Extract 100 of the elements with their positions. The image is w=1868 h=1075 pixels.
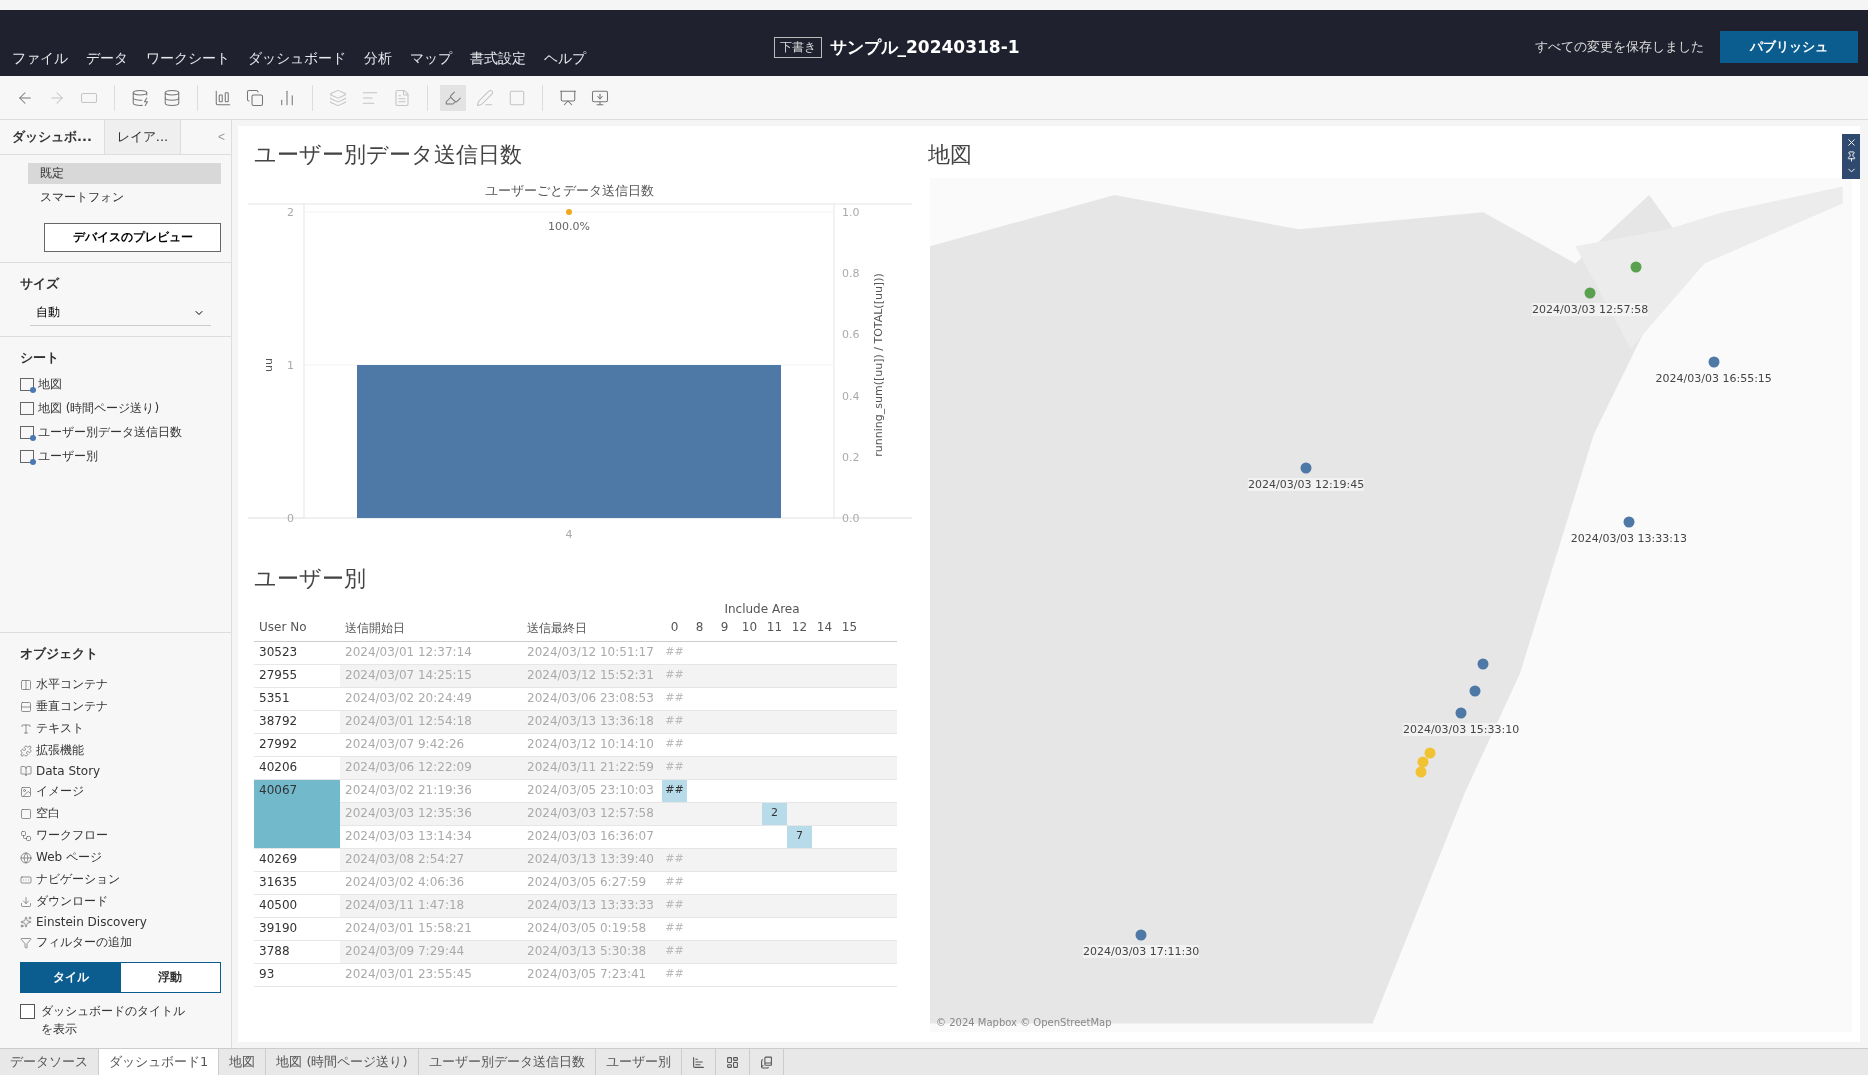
- map-attribution: © 2024 Mapbox © OpenStreetMap: [936, 1017, 1112, 1028]
- filter-icon: [20, 936, 32, 949]
- table-cell-text: 2024/03/11 1:47:18: [344, 897, 466, 914]
- table-cell[interactable]: 5351: [254, 688, 340, 711]
- menu-item[interactable]: データ: [86, 50, 128, 68]
- table-cell-text: 2024/03/12 15:52:31: [526, 667, 655, 684]
- map-marker[interactable]: [1415, 766, 1427, 777]
- sheet-item[interactable]: 地図 (時間ページ送り): [38, 400, 160, 417]
- sheet-tab[interactable]: ダッシュボード1: [99, 1049, 220, 1075]
- map-marker[interactable]: [1135, 929, 1147, 941]
- object-item[interactable]: Data Story: [36, 764, 101, 778]
- publish-button[interactable]: パブリッシュ: [1720, 31, 1858, 63]
- rows-icon: [20, 700, 32, 713]
- highlighter-icon[interactable]: [440, 84, 466, 111]
- map-marker[interactable]: [1708, 356, 1720, 368]
- axis-tick: 0.8: [842, 267, 860, 281]
- object-item[interactable]: 拡張機能: [36, 742, 84, 759]
- table-cell[interactable]: 93: [254, 964, 340, 987]
- device-item[interactable]: スマートフォン: [28, 187, 221, 208]
- object-item[interactable]: ワークフロー: [36, 827, 108, 844]
- axis-tick: 1: [287, 359, 294, 372]
- object-item[interactable]: 水平コンテナ: [36, 676, 108, 693]
- column-header[interactable]: 12: [787, 616, 812, 641]
- axis-tick: 0.2: [842, 450, 860, 464]
- column-header[interactable]: 10: [737, 616, 762, 641]
- column-header[interactable]: 9: [712, 616, 737, 641]
- map-marker[interactable]: [1584, 287, 1596, 299]
- table-cell-text: 2024/03/11 21:22:59: [526, 759, 655, 776]
- map-marker[interactable]: [1417, 756, 1429, 768]
- menu-item[interactable]: ヘルプ: [544, 50, 586, 68]
- menu-item[interactable]: マップ: [410, 50, 452, 68]
- table-cell[interactable]: ##: [662, 780, 687, 802]
- menu-item[interactable]: 分析: [364, 50, 392, 68]
- sheet-tab[interactable]: ユーザー別データ送信日数: [418, 1049, 596, 1075]
- size-dropdown[interactable]: 自動: [30, 300, 211, 326]
- table-cell-text: 2024/03/03 16:36:07: [526, 828, 655, 845]
- column-header[interactable]: 14: [812, 616, 837, 641]
- table-cell[interactable]: 31635: [254, 872, 340, 895]
- table-cell-text: 2024/03/05 0:19:58: [526, 920, 648, 937]
- table-cell[interactable]: 30523: [254, 642, 340, 665]
- columns-icon: [20, 678, 32, 691]
- object-item[interactable]: ダウンロード: [36, 893, 108, 910]
- column-header[interactable]: 送信最終日: [522, 616, 662, 641]
- sheet-tab[interactable]: ユーザー別: [595, 1049, 682, 1075]
- preview-button[interactable]: デバイスのプレビュー: [44, 223, 221, 252]
- map-marker[interactable]: [1455, 707, 1467, 719]
- object-item[interactable]: テキスト: [36, 720, 84, 737]
- map-marker[interactable]: [1469, 685, 1481, 697]
- map-marker[interactable]: [1300, 462, 1312, 474]
- sheet-tab[interactable]: 地図: [219, 1049, 267, 1075]
- map-marker[interactable]: [1477, 658, 1489, 670]
- column-header[interactable]: 11: [762, 616, 787, 641]
- chart-icon: [691, 1055, 705, 1069]
- column-header[interactable]: 送信開始日: [340, 616, 522, 641]
- device-item[interactable]: 既定: [28, 163, 221, 184]
- table-cell[interactable]: 39190: [254, 918, 340, 941]
- sheet-item[interactable]: ユーザー別: [38, 448, 98, 465]
- menu-item[interactable]: ダッシュボード: [248, 50, 346, 68]
- object-item[interactable]: イメージ: [36, 783, 84, 800]
- pin-icon[interactable]: [1845, 151, 1857, 162]
- menu-item[interactable]: ワークシート: [146, 50, 230, 68]
- column-header[interactable]: User No: [254, 616, 340, 641]
- object-item[interactable]: 空白: [36, 805, 60, 822]
- object-item[interactable]: Web ページ: [36, 849, 102, 866]
- sheet-item[interactable]: ユーザー別データ送信日数: [38, 424, 182, 441]
- sheet-item[interactable]: 地図: [38, 376, 62, 393]
- menu-item[interactable]: 書式設定: [470, 50, 526, 68]
- checkbox[interactable]: [20, 1004, 35, 1019]
- table-cell-text: 2024/03/01 23:55:45: [344, 966, 473, 983]
- sheet-tab[interactable]: 地図 (時間ページ送り): [266, 1049, 419, 1075]
- sidebar-tab[interactable]: レイア...: [104, 120, 182, 154]
- square-icon: [20, 807, 32, 820]
- table-cell-text: 2024/03/02 4:06:36: [344, 874, 466, 891]
- column-header[interactable]: 0: [662, 616, 687, 641]
- section-heading: オブジェクト: [20, 645, 99, 663]
- book-icon: [759, 1055, 773, 1069]
- table-cell[interactable]: 7: [787, 826, 812, 848]
- column-header[interactable]: 8: [687, 616, 712, 641]
- object-item[interactable]: フィルターの追加: [36, 934, 132, 951]
- object-item[interactable]: 垂直コンテナ: [36, 698, 108, 715]
- column-header[interactable]: 15: [837, 616, 862, 641]
- puzzle-icon: [20, 744, 32, 757]
- map-marker[interactable]: [1623, 516, 1635, 528]
- menu-item[interactable]: ファイル: [12, 50, 68, 68]
- table-cell[interactable]: 40067: [254, 780, 340, 849]
- image-icon: [20, 785, 32, 798]
- layout-toggle[interactable]: タイル: [21, 963, 121, 992]
- table-cell-text: 2024/03/12 10:51:17: [526, 644, 655, 661]
- layout-toggle[interactable]: 浮動: [120, 963, 220, 992]
- panel-title: ユーザー別データ送信日数: [253, 141, 523, 169]
- object-item[interactable]: Einstein Discovery: [36, 915, 147, 929]
- table-cell[interactable]: 2: [762, 803, 787, 825]
- table-cell[interactable]: 27992: [254, 734, 340, 757]
- map-marker[interactable]: [1424, 747, 1436, 759]
- chart-title: ユーザーごとデータ送信日数: [484, 183, 654, 198]
- close-icon[interactable]: [1845, 137, 1857, 148]
- object-item[interactable]: ナビゲーション: [36, 871, 120, 888]
- map-marker[interactable]: [1630, 261, 1642, 273]
- marker-label: 2024/03/03 16:55:15: [1655, 372, 1772, 386]
- download-icon: [20, 895, 32, 908]
